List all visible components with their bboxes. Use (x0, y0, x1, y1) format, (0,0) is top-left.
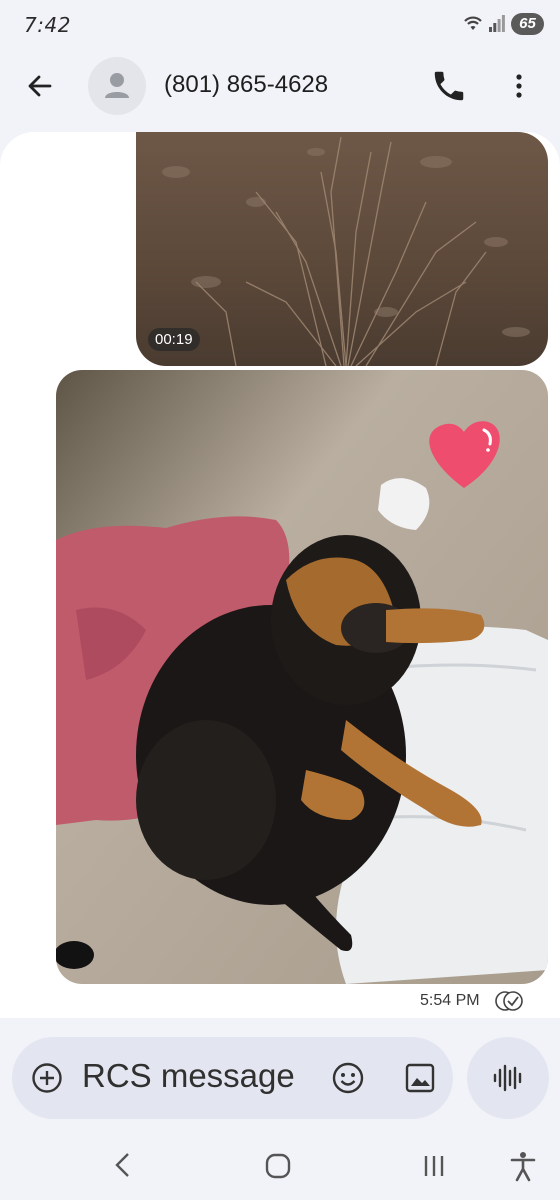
video-thumbnail (136, 132, 548, 366)
dog-photo (56, 370, 548, 984)
nav-recents-icon (424, 1156, 444, 1176)
video-message[interactable]: 00:19 (136, 132, 548, 366)
back-button[interactable] (20, 66, 60, 106)
phone-icon (434, 71, 464, 101)
accessibility-button[interactable] (508, 1150, 538, 1182)
message-timestamp: 5:54 PM (420, 992, 480, 1009)
signal-icon (489, 14, 505, 32)
status-bar: 7:42 65 (0, 0, 560, 48)
video-duration: 00:19 (148, 328, 200, 351)
gallery-icon (405, 1063, 435, 1093)
contact-name[interactable]: (801) 865-4628 (164, 71, 328, 99)
gallery-button[interactable] (402, 1060, 438, 1096)
voice-message-button[interactable] (467, 1037, 549, 1119)
nav-home-button[interactable] (264, 1152, 292, 1180)
nav-home-icon (265, 1153, 291, 1179)
read-check-icon (494, 990, 524, 1012)
more-options-button[interactable] (500, 67, 538, 105)
more-vert-icon (516, 74, 522, 98)
system-nav-bar (0, 1140, 560, 1200)
app-bar: (801) 865-4628 (0, 52, 560, 120)
emoji-icon (332, 1062, 364, 1094)
messages-screen: 7:42 65 (801) 865-4628 00:19 5:54 PM RCS… (0, 0, 560, 1200)
nav-recents-button[interactable] (420, 1152, 448, 1180)
nav-back-icon (115, 1153, 129, 1177)
add-circle-icon (32, 1063, 62, 1093)
battery-indicator: 65 (511, 13, 544, 35)
accessibility-icon (510, 1152, 536, 1182)
back-arrow-icon (28, 75, 52, 97)
call-button[interactable] (430, 67, 468, 105)
status-time: 7:42 (24, 13, 71, 37)
voice-icon (493, 1064, 522, 1092)
photo-message[interactable] (56, 370, 548, 984)
message-input[interactable]: RCS message (82, 1057, 295, 1095)
emoji-button[interactable] (330, 1060, 366, 1096)
nav-back-button[interactable] (110, 1150, 136, 1180)
contact-avatar-icon (105, 73, 129, 98)
message-composer: RCS message (12, 1037, 453, 1119)
wifi-icon (462, 14, 484, 32)
add-attachment-button[interactable] (30, 1061, 64, 1095)
conversation-area[interactable]: 00:19 5:54 PM (0, 132, 560, 1018)
avatar[interactable] (88, 57, 146, 115)
